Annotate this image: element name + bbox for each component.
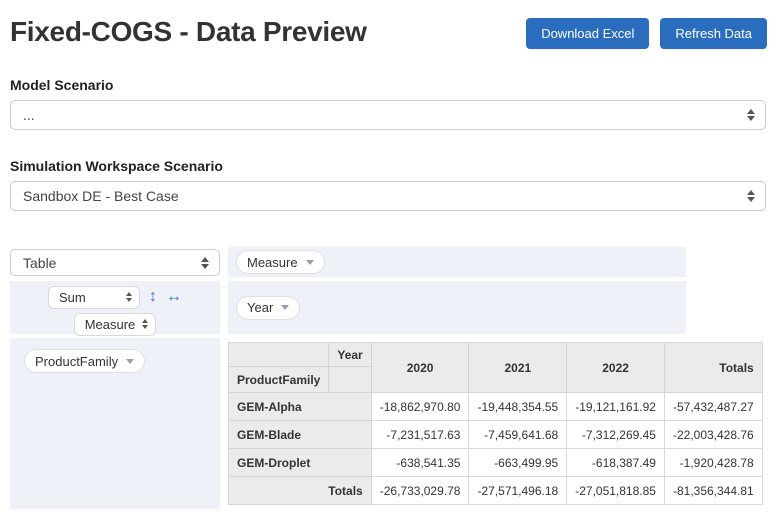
workspace-scenario-select[interactable]: Sandbox DE - Best Case: [10, 181, 766, 211]
pivot-table-ui: Table Measure Sum ↕ ↔ Measure: [10, 247, 767, 509]
model-scenario-field: Model Scenario ...: [10, 77, 767, 130]
totals-cell-value: -27,051,818.85: [567, 477, 665, 505]
renderer-value: Table: [23, 255, 56, 271]
attribute-pill-label: ProductFamily: [35, 354, 118, 369]
column-header-2022: 2022: [567, 343, 665, 393]
aggregator-cell: Sum ↕ ↔ Measure: [10, 281, 220, 334]
row-total-value: -57,432,487.27: [664, 393, 762, 421]
aggregator-select[interactable]: Sum: [48, 286, 140, 309]
column-header-totals: Totals: [664, 343, 762, 393]
pivot-result-table: Year 2020 2021 2022 Totals ProductFamily…: [228, 342, 763, 505]
chevron-down-icon[interactable]: [281, 305, 289, 310]
aggregator-field-select[interactable]: Measure: [74, 313, 157, 336]
attribute-pill-productfamily[interactable]: ProductFamily: [24, 349, 145, 373]
row-label: GEM-Blade: [229, 421, 372, 449]
aggregator-value: Sum: [59, 290, 86, 305]
row-axis-label: ProductFamily: [229, 367, 329, 393]
row-order-toggle-icon[interactable]: ↕: [149, 289, 157, 305]
attribute-pill-year[interactable]: Year: [236, 296, 300, 320]
data-preview-page: Fixed-COGS - Data Preview Download Excel…: [0, 0, 777, 519]
workspace-scenario-value: Sandbox DE - Best Case: [23, 188, 179, 204]
page-title: Fixed-COGS - Data Preview: [10, 16, 367, 48]
cell-value: -19,121,161.92: [567, 393, 665, 421]
workspace-scenario-field: Simulation Workspace Scenario Sandbox DE…: [10, 158, 767, 211]
download-excel-button[interactable]: Download Excel: [526, 18, 649, 49]
column-attributes-area: Year: [228, 281, 686, 334]
model-scenario-value: ...: [23, 107, 35, 123]
column-header-2021: 2021: [469, 343, 567, 393]
unused-attributes-area: Measure: [228, 247, 686, 277]
select-spinner-icon: [142, 319, 148, 329]
totals-row: Totals -26,733,029.78 -27,571,496.18 -27…: [229, 477, 763, 505]
select-spinner-icon: [747, 190, 755, 202]
aggregator-field-value: Measure: [85, 317, 136, 332]
table-row: GEM-Alpha -18,862,970.80 -19,448,354.55 …: [229, 393, 763, 421]
renderer-cell: Table: [10, 247, 220, 277]
row-total-value: -1,920,428.78: [664, 449, 762, 477]
totals-cell-value: -26,733,029.78: [371, 477, 469, 505]
table-row: GEM-Blade -7,231,517.63 -7,459,641.68 -7…: [229, 421, 763, 449]
column-axis-label: Year: [329, 343, 371, 367]
blank-subheader-cell: [329, 367, 371, 393]
attribute-pill-label: Measure: [247, 255, 298, 270]
blank-corner-cell: [229, 343, 329, 367]
cell-value: -7,312,269.45: [567, 421, 665, 449]
model-scenario-select[interactable]: ...: [10, 100, 766, 130]
cell-value: -19,448,354.55: [469, 393, 567, 421]
attribute-pill-measure[interactable]: Measure: [236, 250, 325, 274]
cell-value: -638,541.35: [371, 449, 469, 477]
row-label: GEM-Alpha: [229, 393, 372, 421]
page-header: Fixed-COGS - Data Preview Download Excel…: [10, 16, 767, 49]
chevron-down-icon[interactable]: [306, 260, 314, 265]
model-scenario-label: Model Scenario: [10, 77, 767, 93]
renderer-select[interactable]: Table: [10, 249, 220, 276]
totals-cell-value: -27,571,496.18: [469, 477, 567, 505]
select-spinner-icon: [201, 257, 209, 269]
cell-value: -7,459,641.68: [469, 421, 567, 449]
cell-value: -7,231,517.63: [371, 421, 469, 449]
attribute-pill-label: Year: [247, 300, 273, 315]
row-label: GEM-Droplet: [229, 449, 372, 477]
pivot-output-area: Year 2020 2021 2022 Totals ProductFamily…: [228, 338, 686, 509]
workspace-scenario-label: Simulation Workspace Scenario: [10, 158, 767, 174]
cell-value: -618,387.49: [567, 449, 665, 477]
column-header-2020: 2020: [371, 343, 469, 393]
table-row: GEM-Droplet -638,541.35 -663,499.95 -618…: [229, 449, 763, 477]
totals-row-label: Totals: [229, 477, 372, 505]
cell-value: -663,499.95: [469, 449, 567, 477]
row-total-value: -22,003,428.76: [664, 421, 762, 449]
grand-total-value: -81,356,344.81: [664, 477, 762, 505]
aggregator-row: Sum ↕ ↔: [10, 285, 220, 309]
refresh-data-button[interactable]: Refresh Data: [660, 18, 767, 49]
header-actions: Download Excel Refresh Data: [526, 18, 767, 49]
select-spinner-icon: [126, 292, 132, 302]
select-spinner-icon: [747, 109, 755, 121]
aggregator-field-row: Measure: [10, 312, 220, 336]
cell-value: -18,862,970.80: [371, 393, 469, 421]
col-order-toggle-icon[interactable]: ↔: [166, 289, 182, 305]
row-attributes-area: ProductFamily: [10, 338, 220, 509]
chevron-down-icon[interactable]: [126, 359, 134, 364]
